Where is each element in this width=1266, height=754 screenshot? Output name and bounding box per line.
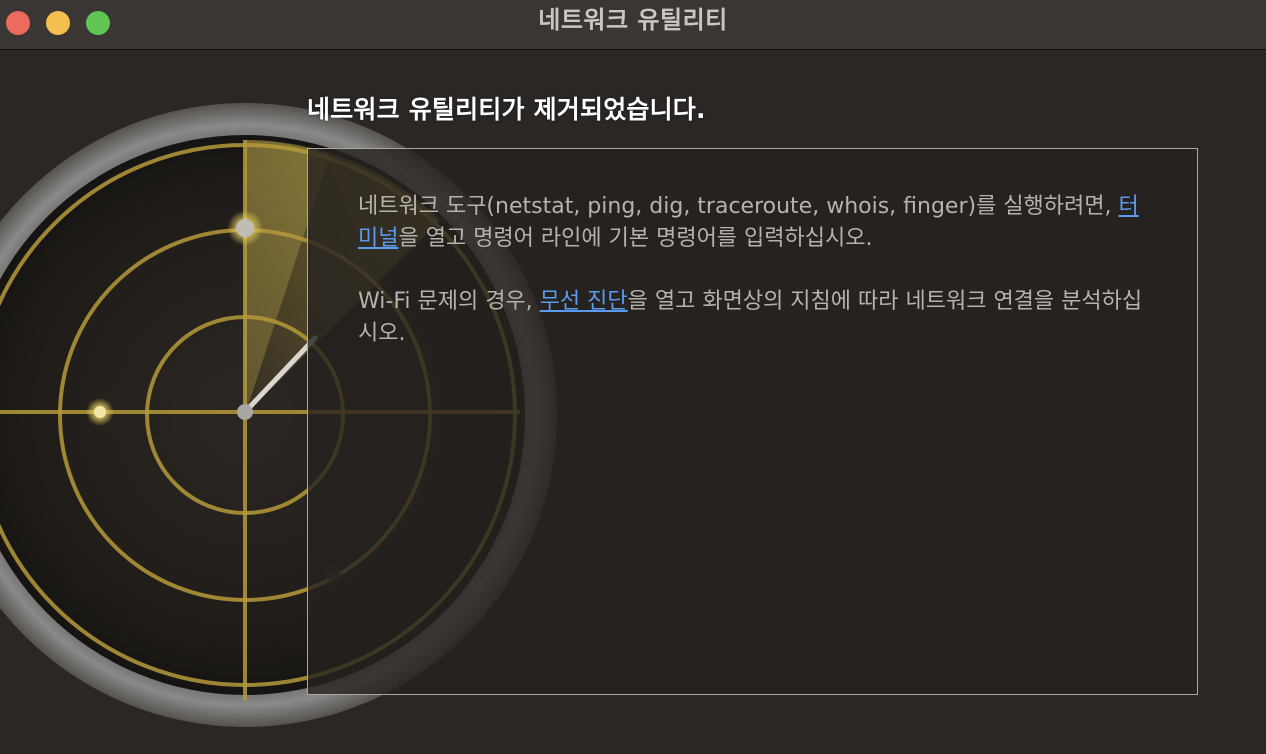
radar-blip-top (236, 219, 254, 237)
paragraph1-text-before: 네트워크 도구(netstat, ping, dig, traceroute, … (358, 194, 1119, 219)
radar-blip-left (94, 406, 106, 418)
paragraph1-text-after: 을 열고 명령어 라인에 기본 명령어를 입력하십시오. (398, 226, 873, 251)
page-heading: 네트워크 유틸리티가 제거되었습니다. (307, 95, 706, 124)
title-bar: 네트워크 유틸리티 (0, 0, 1266, 50)
radar-center (237, 404, 253, 420)
terminal-instructions: 네트워크 도구(netstat, ping, dig, traceroute, … (358, 191, 1148, 255)
app-window: 네트워크 유틸리티 네트워크 유틸리티가 제거되었습니다. 네트워크 도구(ne… (0, 0, 1266, 754)
paragraph2-text-before: Wi-Fi 문제의 경우, (358, 289, 540, 314)
wireless-diagnostics-link[interactable]: 무선 진단 (540, 289, 628, 314)
wifi-instructions: Wi-Fi 문제의 경우, 무선 진단을 열고 화면상의 지침에 따라 네트워크… (358, 286, 1148, 350)
info-panel: 네트워크 도구(netstat, ping, dig, traceroute, … (307, 148, 1198, 695)
window-title: 네트워크 유틸리티 (538, 6, 728, 34)
